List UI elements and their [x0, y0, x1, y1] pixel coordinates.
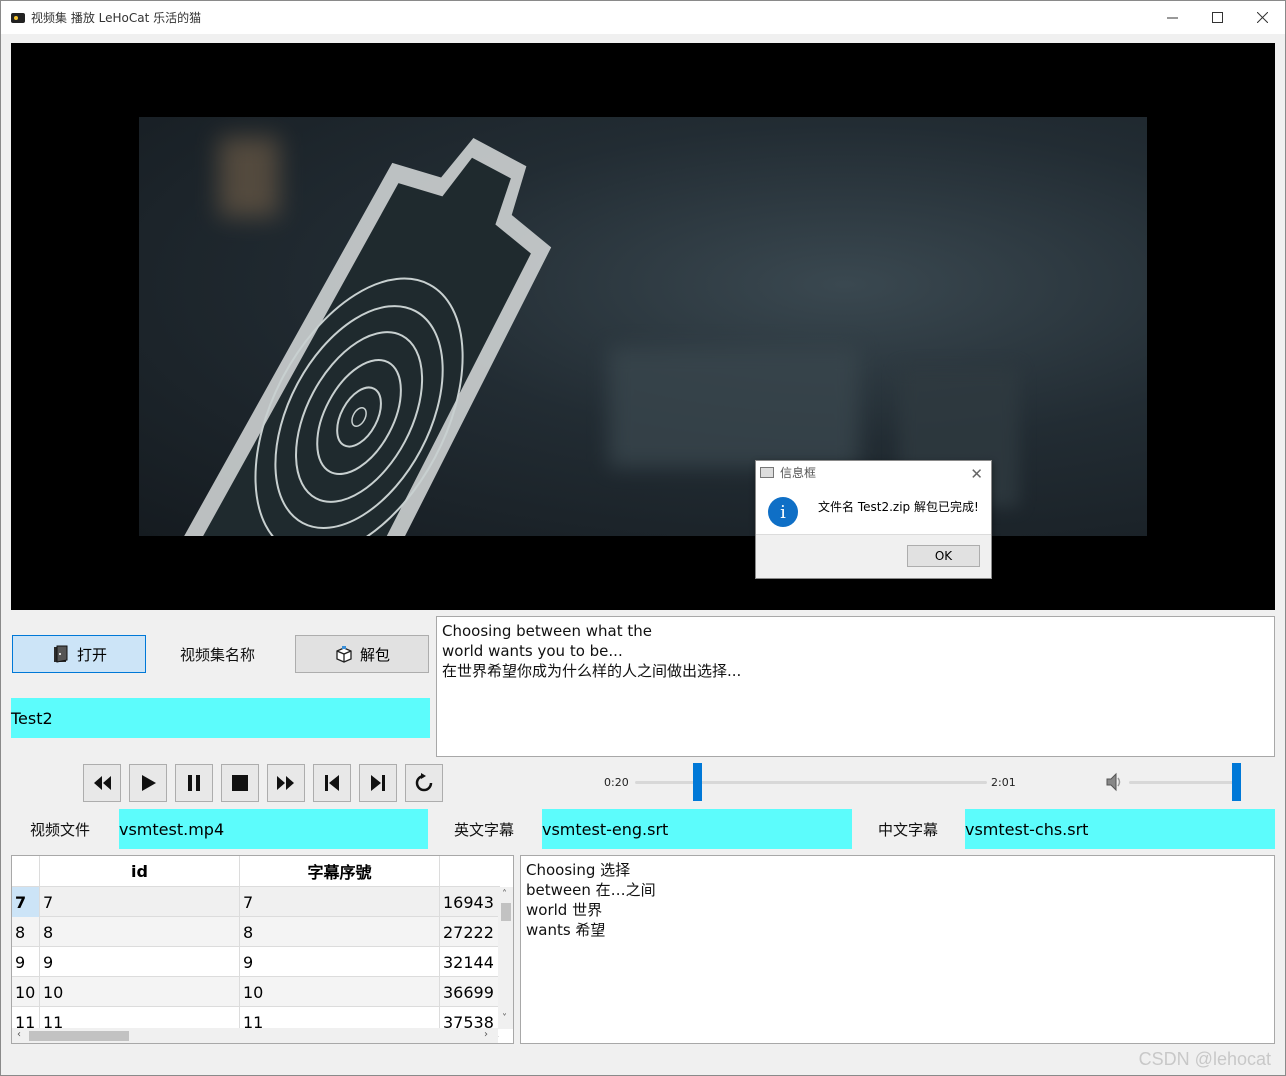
- table-row[interactable]: 9 9 9 32144: [12, 947, 499, 977]
- scroll-left-icon[interactable]: ‹: [17, 1029, 21, 1040]
- column-header-extra[interactable]: [440, 856, 500, 887]
- fast-forward-icon: [277, 776, 294, 790]
- column-header-seq[interactable]: 字幕序號: [240, 856, 440, 887]
- table-corner: [12, 856, 40, 887]
- subtitle-display[interactable]: Choosing between what the world wants yo…: [436, 616, 1275, 757]
- main-window: 视频集 播放 LeHoCat 乐活的猫 信息框 ✕ i 文件名 Test2.zi…: [0, 0, 1286, 1076]
- chinese-subtitle-field[interactable]: vsmtest-chs.srt: [965, 809, 1275, 849]
- step-back-icon: [325, 775, 339, 791]
- step-forward-icon: [371, 775, 385, 791]
- cell-seq[interactable]: 8: [240, 917, 440, 947]
- cell-id[interactable]: 10: [40, 977, 240, 1007]
- open-file-icon: [53, 645, 68, 663]
- table-horizontal-scrollbar[interactable]: ‹ ›: [12, 1028, 498, 1043]
- column-header-id[interactable]: id: [40, 856, 240, 887]
- seek-thumb[interactable]: [693, 763, 703, 801]
- scroll-down-icon[interactable]: ˅: [502, 1013, 507, 1024]
- collection-name-label: 视频集名称: [180, 646, 256, 664]
- horizontal-scroll-thumb[interactable]: [29, 1031, 129, 1041]
- title-bar: 视频集 播放 LeHoCat 乐活的猫: [1, 1, 1285, 34]
- play-icon: [142, 775, 156, 791]
- minimize-icon: [1167, 17, 1178, 19]
- unpack-button-label: 解包: [359, 645, 390, 664]
- volume-thumb[interactable]: [1232, 763, 1241, 801]
- maximize-button[interactable]: [1195, 1, 1240, 34]
- cell-extra[interactable]: 27222: [440, 917, 500, 947]
- fast-forward-button[interactable]: [267, 764, 305, 802]
- rewind-icon: [94, 776, 111, 790]
- video-file-label: 视频文件: [30, 821, 91, 839]
- chinese-subtitle-label: 中文字幕: [878, 821, 939, 839]
- window-controls: [1150, 1, 1285, 34]
- close-icon: [1257, 12, 1268, 23]
- video-player[interactable]: [11, 43, 1275, 610]
- maximize-icon: [1212, 12, 1223, 23]
- total-time: 2:01: [991, 776, 1016, 789]
- cell-extra[interactable]: 16943: [440, 887, 500, 917]
- replay-icon: [415, 773, 433, 792]
- minimize-button[interactable]: [1150, 1, 1195, 34]
- table-row[interactable]: 7 7 7 16943: [12, 887, 499, 917]
- pause-icon: [188, 775, 200, 791]
- step-back-button[interactable]: [313, 764, 351, 802]
- stop-icon: [232, 775, 248, 791]
- dialog-window-icon: [760, 467, 774, 478]
- table-row[interactable]: 8 8 8 27222: [12, 917, 499, 947]
- info-dialog: 信息框 ✕ i 文件名 Test2.zip 解包已完成! OK: [755, 460, 992, 579]
- dialog-message: 文件名 Test2.zip 解包已完成!: [818, 500, 979, 514]
- shooting-target-image: [148, 138, 552, 536]
- cell-seq[interactable]: 9: [240, 947, 440, 977]
- window-title: 视频集 播放 LeHoCat 乐活的猫: [31, 11, 202, 25]
- open-button-label: 打开: [76, 645, 107, 664]
- row-header[interactable]: 7: [12, 887, 40, 917]
- watermark: CSDN @lehocat: [1138, 1049, 1271, 1069]
- cell-seq[interactable]: 10: [240, 977, 440, 1007]
- package-icon: [336, 646, 352, 663]
- collection-name-field[interactable]: Test2: [11, 698, 430, 738]
- row-header[interactable]: 10: [12, 977, 40, 1007]
- word-translation-panel[interactable]: Choosing 选择 between 在…之间 world 世界 wants …: [520, 855, 1275, 1044]
- cell-seq[interactable]: 7: [240, 887, 440, 917]
- english-subtitle-label: 英文字幕: [454, 821, 515, 839]
- dialog-title-bar: 信息框 ✕: [756, 461, 991, 484]
- dialog-close-icon[interactable]: ✕: [970, 465, 983, 483]
- info-icon: i: [768, 497, 798, 527]
- replay-button[interactable]: [405, 764, 443, 802]
- cell-extra[interactable]: 36699: [440, 977, 500, 1007]
- video-frame: [139, 117, 1147, 536]
- dialog-title: 信息框: [780, 466, 817, 480]
- dialog-body: i 文件名 Test2.zip 解包已完成!: [756, 484, 991, 535]
- play-button[interactable]: [129, 764, 167, 802]
- current-time: 0:20: [604, 776, 629, 789]
- row-header[interactable]: 9: [12, 947, 40, 977]
- cell-id[interactable]: 7: [40, 887, 240, 917]
- subtitle-table: id 字幕序號 7 7 7 16943 8 8 8 27222 9 9 9 32…: [11, 855, 514, 1044]
- ok-button[interactable]: OK: [907, 545, 980, 567]
- pause-button[interactable]: [175, 764, 213, 802]
- close-button[interactable]: [1240, 1, 1285, 34]
- row-header[interactable]: 8: [12, 917, 40, 947]
- table-row[interactable]: 10 10 10 36699: [12, 977, 499, 1007]
- open-button[interactable]: 打开: [12, 635, 146, 673]
- volume-track[interactable]: [1129, 781, 1241, 784]
- video-file-field[interactable]: vsmtest.mp4: [119, 809, 428, 849]
- table-vertical-scrollbar[interactable]: ˄ ˅: [498, 887, 513, 1029]
- unpack-button[interactable]: 解包: [295, 635, 429, 673]
- seek-track[interactable]: [635, 781, 987, 784]
- app-icon: [11, 12, 25, 23]
- cell-id[interactable]: 8: [40, 917, 240, 947]
- scroll-right-icon[interactable]: ›: [484, 1029, 488, 1040]
- cell-id[interactable]: 9: [40, 947, 240, 977]
- step-forward-button[interactable]: [359, 764, 397, 802]
- english-subtitle-field[interactable]: vsmtest-eng.srt: [542, 809, 852, 849]
- cell-extra[interactable]: 32144: [440, 947, 500, 977]
- rewind-button[interactable]: [83, 764, 121, 802]
- volume-icon[interactable]: [1105, 771, 1123, 793]
- stop-button[interactable]: [221, 764, 259, 802]
- vertical-scroll-thumb[interactable]: [501, 903, 511, 921]
- scroll-up-icon[interactable]: ˄: [502, 889, 507, 900]
